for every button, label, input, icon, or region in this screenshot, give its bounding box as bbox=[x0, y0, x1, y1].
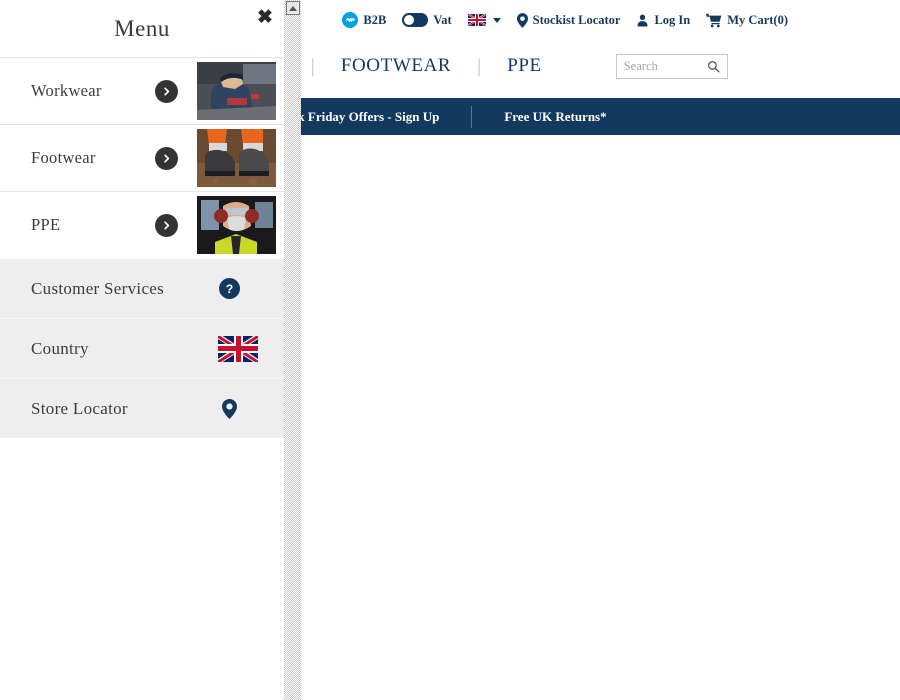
vat-toggle[interactable]: Vat bbox=[402, 13, 451, 28]
b2b-link[interactable]: B2B bbox=[342, 12, 386, 28]
user-icon bbox=[636, 13, 649, 27]
location-pin-icon bbox=[222, 399, 237, 419]
menu-header: Menu ✖ bbox=[0, 0, 284, 57]
menu-list: Workwear bbox=[0, 57, 284, 438]
chevron-right-icon[interactable] bbox=[155, 147, 178, 170]
chevron-right-icon[interactable] bbox=[155, 214, 178, 237]
login-link[interactable]: Log In bbox=[636, 13, 690, 28]
menu-thumbnail-workwear[interactable] bbox=[197, 62, 276, 120]
stockist-locator-label: Stockist Locator bbox=[533, 13, 621, 28]
location-pin-icon bbox=[517, 13, 528, 28]
shopping-cart-icon bbox=[706, 13, 722, 28]
country-selector[interactable] bbox=[468, 14, 501, 26]
nav-item-footwear[interactable]: FOOTWEAR bbox=[315, 55, 477, 77]
toggle-switch-icon[interactable] bbox=[402, 13, 428, 27]
menu-thumbnail-footwear[interactable] bbox=[197, 129, 276, 187]
menu-item-label: Workwear bbox=[31, 81, 102, 101]
handshake-icon bbox=[342, 12, 358, 28]
search-box[interactable] bbox=[616, 54, 728, 79]
b2b-label: B2B bbox=[363, 13, 386, 28]
chevron-right-icon[interactable] bbox=[155, 80, 178, 103]
menu-item-label: PPE bbox=[31, 215, 60, 235]
menu-item-ppe[interactable]: PPE bbox=[0, 191, 284, 258]
menu-item-country[interactable]: Country bbox=[0, 318, 284, 378]
menu-item-label: Footwear bbox=[31, 148, 96, 168]
stockist-locator-link[interactable]: Stockist Locator bbox=[517, 13, 621, 28]
menu-title: Menu bbox=[114, 16, 170, 42]
search-icon[interactable] bbox=[707, 60, 720, 73]
menu-item-store-locator[interactable]: Store Locator bbox=[0, 378, 284, 438]
menu-thumbnail-ppe[interactable] bbox=[197, 196, 276, 254]
menu-item-label: Customer Services bbox=[31, 279, 164, 299]
menu-item-footwear[interactable]: Footwear bbox=[0, 124, 284, 191]
search-input[interactable] bbox=[624, 59, 702, 74]
nav-item-ppe[interactable]: PPE bbox=[481, 55, 568, 77]
promo-item-returns[interactable]: Free UK Returns* bbox=[472, 109, 638, 125]
cart-label: My Cart(0) bbox=[727, 13, 788, 28]
help-icon: ? bbox=[219, 278, 240, 299]
page-root: B2B Vat Stockist Locator bbox=[0, 0, 900, 700]
menu-item-customer-services[interactable]: Customer Services ? bbox=[0, 258, 284, 318]
menu-overlay-panel: Menu ✖ Workwear bbox=[0, 0, 284, 700]
login-label: Log In bbox=[654, 13, 690, 28]
close-icon[interactable]: ✖ bbox=[254, 6, 276, 28]
uk-flag-icon bbox=[468, 14, 486, 26]
uk-flag-icon bbox=[218, 336, 258, 362]
scroll-up-button[interactable] bbox=[286, 1, 300, 15]
menu-item-label: Store Locator bbox=[31, 399, 128, 419]
menu-item-workwear[interactable]: Workwear bbox=[0, 57, 284, 124]
chevron-up-icon bbox=[289, 6, 297, 11]
menu-scrollbar[interactable] bbox=[284, 0, 301, 700]
chevron-down-icon bbox=[493, 18, 501, 23]
menu-item-label: Country bbox=[31, 339, 89, 359]
vat-label: Vat bbox=[433, 13, 451, 28]
cart-link[interactable]: My Cart(0) bbox=[706, 13, 788, 28]
